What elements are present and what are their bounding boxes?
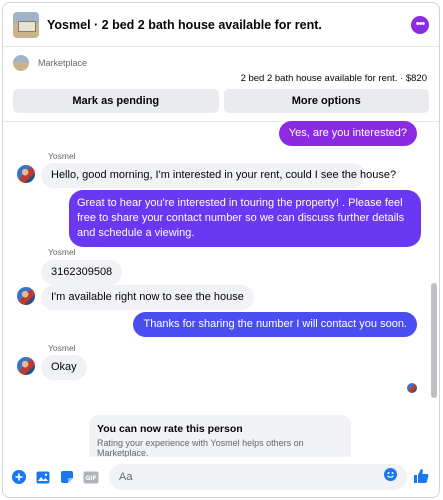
marketplace-panel: Marketplace 2 bed 2 bath house available…	[3, 47, 439, 113]
listing-thumbnail[interactable]	[13, 11, 39, 38]
listing-summary[interactable]: 2 bed 2 bath house available for rent. ·…	[13, 73, 429, 84]
marketplace-label: Marketplace	[38, 58, 88, 68]
message-incoming[interactable]: Okay	[41, 355, 87, 380]
message-outgoing[interactable]: Thanks for sharing the number I will con…	[133, 312, 417, 337]
emoji-icon[interactable]	[384, 468, 397, 486]
message-outgoing[interactable]: Yes, are you interested?	[278, 121, 417, 146]
message-incoming[interactable]: 3162309508	[41, 260, 123, 285]
photo-icon[interactable]	[35, 469, 51, 485]
rate-prompt[interactable]: You can now rate this person Rating your…	[89, 415, 351, 457]
gif-icon[interactable]: GIF	[83, 469, 99, 485]
plus-circle-icon[interactable]	[11, 469, 27, 485]
message-list[interactable]: Yes, are you interested? Yosmel Hello, g…	[3, 113, 439, 457]
message-incoming[interactable]: Hello, good morning, I'm interested in y…	[41, 163, 396, 188]
composer: GIF Aa	[3, 457, 439, 497]
svg-text:GIF: GIF	[85, 475, 96, 482]
rate-subtitle: Rating your experience with Yosmel helps…	[97, 438, 304, 457]
message-input-placeholder: Aa	[119, 471, 133, 483]
message-outgoing[interactable]: Great to hear you're interested in touri…	[69, 190, 421, 247]
mark-as-pending-button[interactable]: Mark as pending	[13, 89, 219, 113]
scrollbar[interactable]	[431, 283, 437, 398]
avatar[interactable]	[17, 165, 35, 183]
message-input[interactable]: Aa	[109, 464, 407, 490]
sticker-icon[interactable]	[59, 469, 75, 485]
more-dots-icon[interactable]: •••	[411, 15, 429, 34]
marketplace-thumbnail	[13, 55, 29, 71]
chat-title[interactable]: Yosmel · 2 bed 2 bath house available fo…	[47, 18, 411, 32]
sender-name: Yosmel	[48, 343, 76, 353]
seen-avatar	[407, 383, 417, 393]
message-incoming[interactable]: I'm available right now to see the house	[41, 285, 254, 310]
chat-header: Yosmel · 2 bed 2 bath house available fo…	[3, 3, 439, 47]
avatar[interactable]	[17, 357, 35, 375]
avatar[interactable]	[17, 287, 35, 305]
rate-title: You can now rate this person	[97, 423, 243, 435]
chat-window: Yosmel · 2 bed 2 bath house available fo…	[2, 2, 440, 498]
thumbs-up-icon[interactable]	[413, 468, 431, 486]
sender-name: Yosmel	[48, 247, 76, 257]
more-options-button[interactable]: More options	[223, 89, 429, 113]
sender-name: Yosmel	[48, 151, 76, 161]
